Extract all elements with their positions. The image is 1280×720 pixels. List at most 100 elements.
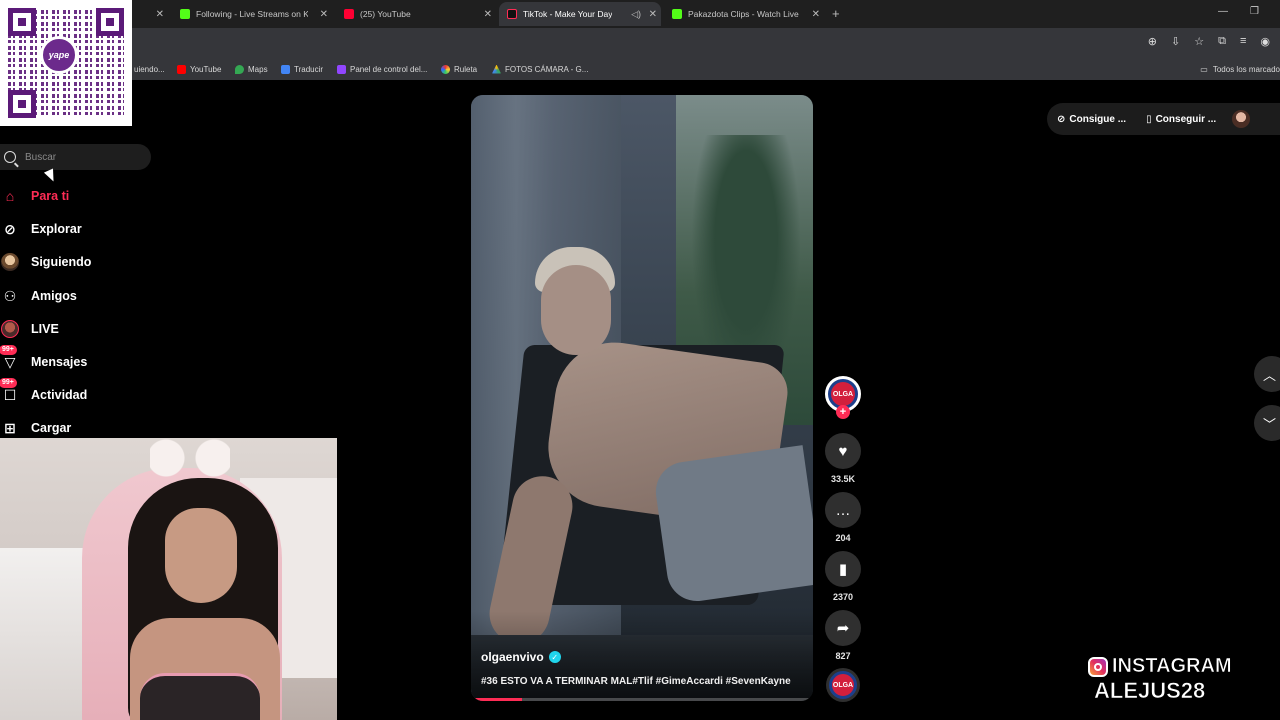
bookmark-label: Panel de control del... (350, 64, 428, 74)
youtube-icon (344, 9, 354, 19)
bookmark-maps[interactable]: Maps (235, 64, 268, 74)
restore-window-icon[interactable]: ❐ (1250, 6, 1259, 17)
get-app-button[interactable]: ▯ Conseguir ... (1136, 114, 1226, 125)
new-tab-button[interactable]: + (832, 6, 840, 21)
webcam-person-face (165, 508, 237, 603)
close-tab-icon[interactable]: ✕ (812, 9, 820, 20)
bookmark-ruleta[interactable]: Ruleta (441, 64, 477, 74)
minimize-icon[interactable]: — (1218, 6, 1228, 17)
get-coins-button[interactable]: ⊘ Consigue ... (1047, 114, 1136, 125)
tab-kick-pakazdota[interactable]: Pakazdota Clips - Watch Live on Kick ✕ (664, 2, 824, 26)
sidebar-item-label: Para ti (31, 189, 70, 203)
bookmark-youtube[interactable]: YouTube (177, 64, 221, 74)
extensions-icon[interactable]: ⧉ (1218, 35, 1226, 48)
tab-youtube[interactable]: (25) YouTube ✕ (336, 2, 496, 26)
sidebar-item-mensajes[interactable]: ▽ 99+ Mensajes (0, 345, 88, 374)
kick-icon (180, 9, 190, 19)
follow-plus-button[interactable]: + (836, 405, 850, 419)
bookmark-traducir[interactable]: Traducir (281, 64, 324, 74)
user-avatar[interactable] (1232, 110, 1251, 128)
bookmark-icon[interactable]: ▮ (825, 551, 861, 587)
tab-tiktok[interactable]: TikTok - Make Your Day ◁) ✕ (499, 2, 661, 26)
chevron-down-icon: ﹀ (1263, 416, 1277, 432)
drive-icon (492, 64, 501, 74)
heart-icon[interactable]: ♥ (825, 433, 861, 469)
messages-icon: ▽ 99+ (0, 345, 20, 372)
kick-icon (672, 9, 682, 19)
coin-icon: ⊘ (1057, 113, 1066, 125)
share-count: 827 (835, 651, 851, 661)
get-app-label: Conseguir ... (1155, 113, 1217, 125)
zoom-icon[interactable]: ⊕ (1148, 35, 1157, 48)
close-tab-icon[interactable]: ✕ (649, 9, 657, 20)
video-player[interactable]: olgaenvivo ✓ #36 ESTO VA A TERMINAR MAL#… (471, 95, 813, 701)
video-scene-person-pants (651, 445, 813, 605)
browser-tab-strip: ✕ Following - Live Streams on Kick ✕ (25… (0, 0, 1280, 28)
streamer-webcam (0, 438, 337, 720)
all-bookmarks[interactable]: ▭ Todos los marcado (1200, 65, 1280, 74)
bookmark-label: FOTOS CÁMARA - G... (505, 64, 589, 74)
tab-label: TikTok - Make Your Day (523, 9, 613, 19)
tab-kick-following[interactable]: Following - Live Streams on Kick ✕ (172, 2, 332, 26)
comment-action[interactable]: … 204 (825, 492, 861, 543)
translate-icon (281, 64, 290, 74)
speaker-icon[interactable]: ◁) (631, 9, 641, 20)
share-action[interactable]: ➦ 827 (825, 610, 861, 661)
notification-badge: 99+ (0, 378, 17, 388)
sidebar-item-label: Siguiendo (31, 255, 92, 269)
previous-video-button[interactable]: ︿ (1254, 356, 1280, 392)
video-progress-bar[interactable] (475, 698, 809, 701)
watermark-line1: INSTAGRAM (1112, 655, 1232, 678)
video-author[interactable]: olgaenvivo ✓ (481, 650, 561, 664)
roulette-icon (441, 64, 450, 74)
close-tab-icon[interactable]: ✕ (484, 9, 492, 20)
maps-pin-icon (235, 64, 244, 74)
author-name: olgaenvivo (481, 650, 544, 664)
webcam-person-top (140, 673, 260, 720)
sound-disc[interactable]: OLGA (826, 668, 860, 702)
bookmark-panel[interactable]: Panel de control del... (337, 64, 428, 74)
folder-icon: ▭ (1200, 64, 1208, 74)
close-tab-icon[interactable]: ✕ (156, 9, 164, 20)
tab-kick-1[interactable]: ✕ (134, 2, 168, 26)
profile-icon[interactable]: ◉ (1260, 35, 1270, 48)
share-icon[interactable]: ➦ (825, 610, 861, 646)
bookmark-label: Traducir (294, 64, 324, 74)
install-app-icon[interactable]: ⇩ (1171, 35, 1180, 48)
bookmark-star-icon[interactable]: ☆ (1194, 35, 1204, 48)
activity-icon: ☐ 99+ (0, 378, 20, 405)
reading-list-icon[interactable]: ≡ (1240, 35, 1246, 48)
bookmark-fotos[interactable]: FOTOS CÁMARA - G... (492, 64, 589, 74)
yape-logo: yape (40, 36, 78, 74)
phone-icon: ▯ (1146, 113, 1152, 125)
address-bar[interactable]: ⊕ ⇩ ☆ ⧉ ≡ ◉ (0, 28, 1280, 58)
sidebar-item-live[interactable]: LIVE (0, 317, 59, 341)
bookmark-item[interactable]: uiendo... (134, 65, 165, 74)
search-input[interactable] (25, 151, 135, 163)
sidebar-item-para-ti[interactable]: ⌂ Para ti (0, 184, 69, 208)
chevron-up-icon: ︿ (1263, 367, 1277, 383)
sidebar-item-siguiendo[interactable]: Siguiendo (0, 250, 91, 274)
upload-icon: ⊞ (4, 419, 16, 436)
save-action[interactable]: ▮ 2370 (825, 551, 861, 602)
close-tab-icon[interactable]: ✕ (320, 9, 328, 20)
sidebar-item-label: Cargar (31, 421, 72, 435)
qr-finder (96, 8, 124, 36)
friends-icon: ⚇ (3, 287, 17, 304)
get-coins-label: Consigue ... (1069, 113, 1127, 125)
comment-icon[interactable]: … (825, 492, 861, 528)
sidebar-item-label: Mensajes (31, 355, 88, 369)
all-bookmarks-label: Todos los marcado (1212, 64, 1280, 74)
sidebar-item-explorar[interactable]: ⊘ Explorar (0, 217, 82, 241)
search-bar[interactable] (0, 144, 151, 170)
comment-count: 204 (835, 533, 851, 543)
qr-finder (8, 8, 36, 36)
next-video-button[interactable]: ﹀ (1254, 405, 1280, 441)
youtube-icon (177, 64, 186, 74)
sidebar-item-actividad[interactable]: ☐ 99+ Actividad (0, 378, 87, 407)
like-action[interactable]: ♥ 33.5K (825, 433, 861, 484)
sidebar-item-amigos[interactable]: ⚇ Amigos (0, 284, 77, 308)
sidebar-item-cargar[interactable]: ⊞ Cargar (0, 416, 71, 440)
video-progress-fill (475, 698, 522, 701)
save-count: 2370 (832, 592, 854, 602)
